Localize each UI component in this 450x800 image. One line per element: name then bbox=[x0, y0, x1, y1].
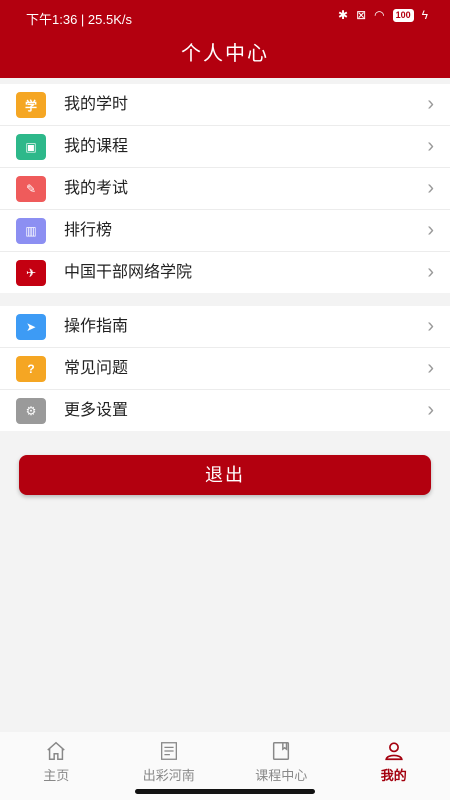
exam-icon: ✎ bbox=[16, 176, 46, 202]
menu-item-label: 我的考试 bbox=[64, 180, 129, 197]
chevron-right-icon: › bbox=[427, 315, 434, 337]
menu-item-courses[interactable]: ▣ 我的课程 › bbox=[0, 126, 450, 168]
menu-item-settings[interactable]: ⚙ 更多设置 › bbox=[0, 390, 450, 431]
menu-item-guide[interactable]: ➤ 操作指南 › bbox=[0, 306, 450, 348]
sim-icon: ⊠ bbox=[356, 8, 367, 22]
menu-item-label: 排行榜 bbox=[64, 222, 113, 239]
status-icons: ✱ ⊠ ◠ 100 ϟ bbox=[338, 8, 428, 22]
nav-label: 我的 bbox=[380, 768, 407, 783]
chevron-right-icon: › bbox=[427, 93, 434, 115]
menu-item-cadre-college[interactable]: ✈ 中国干部网络学院 › bbox=[0, 252, 450, 293]
menu-item-label: 更多设置 bbox=[64, 402, 129, 419]
wifi-icon: ◠ bbox=[374, 8, 385, 22]
settings-icon: ⚙ bbox=[16, 398, 46, 424]
menu-item-ranking[interactable]: ▥ 排行榜 › bbox=[0, 210, 450, 252]
menu-item-study-hours[interactable]: 学 我的学时 › bbox=[0, 84, 450, 126]
battery-icon: 100 bbox=[392, 8, 414, 22]
page-header: 个人中心 bbox=[0, 34, 450, 78]
status-bar: 下午1:36 | 25.5K/s ✱ ⊠ ◠ 100 ϟ bbox=[0, 0, 450, 34]
course-center-icon bbox=[273, 742, 290, 760]
chevron-right-icon: › bbox=[427, 399, 434, 421]
nav-label: 主页 bbox=[43, 768, 70, 783]
nav-tab-profile[interactable]: 我的 bbox=[338, 732, 450, 800]
henan-icon bbox=[160, 742, 177, 760]
logout-button[interactable]: 退出 bbox=[19, 455, 431, 495]
page-title: 个人中心 bbox=[181, 43, 269, 65]
menu-item-exams[interactable]: ✎ 我的考试 › bbox=[0, 168, 450, 210]
nav-label: 出彩河南 bbox=[142, 768, 195, 783]
nav-label: 课程中心 bbox=[255, 768, 308, 783]
faq-icon: ? bbox=[16, 356, 46, 382]
ranking-icon: ▥ bbox=[16, 218, 46, 244]
study-hours-icon: 学 bbox=[16, 92, 46, 118]
menu-item-label: 操作指南 bbox=[64, 318, 129, 335]
chevron-right-icon: › bbox=[427, 357, 434, 379]
menu-item-label: 我的课程 bbox=[64, 138, 129, 155]
home-indicator[interactable] bbox=[135, 789, 315, 794]
menu-group-learning: 学 我的学时 › ▣ 我的课程 › ✎ 我的考试 › ▥ 排行榜 › ✈ 中国干… bbox=[0, 84, 450, 293]
menu-item-faq[interactable]: ? 常见问题 › bbox=[0, 348, 450, 390]
chevron-right-icon: › bbox=[427, 219, 434, 241]
chevron-right-icon: › bbox=[427, 135, 434, 157]
chevron-right-icon: › bbox=[427, 177, 434, 199]
menu-group-help: ➤ 操作指南 › ? 常见问题 › ⚙ 更多设置 › bbox=[0, 306, 450, 431]
guide-icon: ➤ bbox=[16, 314, 46, 340]
college-logo-icon: ✈ bbox=[16, 260, 46, 286]
nav-tab-home[interactable]: 主页 bbox=[0, 732, 113, 800]
menu-item-label: 中国干部网络学院 bbox=[64, 264, 193, 281]
menu-item-label: 我的学时 bbox=[64, 96, 129, 113]
charging-icon: ϟ bbox=[421, 8, 428, 22]
courses-icon: ▣ bbox=[16, 134, 46, 160]
bluetooth-icon: ✱ bbox=[338, 8, 349, 22]
profile-icon bbox=[384, 742, 403, 761]
home-icon bbox=[47, 741, 65, 760]
menu-item-label: 常见问题 bbox=[64, 360, 129, 377]
chevron-right-icon: › bbox=[427, 261, 434, 283]
status-time-speed: 下午1:36 | 25.5K/s bbox=[26, 12, 132, 27]
